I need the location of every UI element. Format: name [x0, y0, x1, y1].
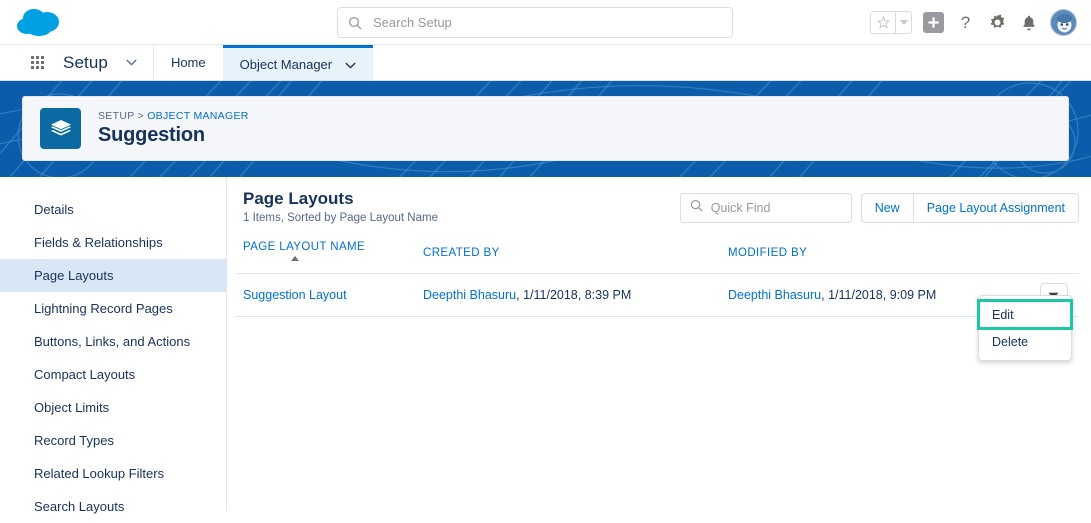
table-header-row: Page Layout Name Created By Modified By	[236, 235, 1079, 274]
question-mark-icon: ?	[960, 13, 969, 32]
table-row[interactable]: Suggestion Layout Deepthi Bhasuru, 1/11/…	[236, 273, 1079, 317]
app-launcher-button[interactable]	[24, 45, 50, 80]
sidebar-item-details[interactable]: Details	[0, 193, 226, 226]
sidebar-item-search-layouts[interactable]: Search Layouts	[0, 490, 226, 523]
cell-page-layout-name: Suggestion Layout	[236, 273, 416, 317]
app-name-label[interactable]: Setup	[63, 45, 137, 80]
content-header-actions: New Page Layout Assignment	[679, 193, 1079, 223]
breadcrumb-root: SETUP	[98, 110, 135, 122]
page-layouts-table: Page Layout Name Created By Modified By …	[236, 235, 1079, 317]
notifications-button[interactable]	[1018, 12, 1040, 34]
menu-item-delete[interactable]: Delete	[979, 328, 1071, 355]
nav-tab-object-manager[interactable]: Object Manager	[222, 45, 374, 80]
main-content: Page Layouts 1 Items, Sorted by Page Lay…	[228, 177, 1091, 511]
app-launcher-grid-icon	[30, 56, 44, 69]
object-header-card: SETUP > OBJECT MANAGER Suggestion	[22, 96, 1069, 161]
breadcrumb-object-manager-link[interactable]: OBJECT MANAGER	[147, 110, 248, 122]
created-by-date: , 1/11/2018, 8:39 PM	[516, 288, 632, 302]
column-header-created-by[interactable]: Created By	[416, 235, 721, 274]
row-actions-dropdown-menu: Edit Delete	[977, 295, 1073, 361]
table-header: Page Layout Name Created By Modified By	[236, 235, 1079, 274]
quick-find-box[interactable]	[679, 193, 852, 223]
bell-icon	[1023, 15, 1035, 30]
object-sidebar-nav: Details Fields & Relationships Page Layo…	[0, 177, 227, 514]
sidebar-item-label: Object Limits	[34, 400, 110, 415]
sidebar-item-object-limits[interactable]: Object Limits	[0, 391, 226, 424]
sidebar-item-label: Lightning Record Pages	[34, 301, 173, 316]
menu-item-edit[interactable]: Edit	[977, 299, 1073, 330]
setup-button[interactable]	[986, 12, 1008, 34]
help-button[interactable]: ?	[954, 12, 976, 34]
search-input[interactable]	[373, 15, 703, 30]
global-search-box[interactable]	[337, 7, 733, 38]
sidebar-item-compact-layouts[interactable]: Compact Layouts	[0, 358, 226, 391]
sidebar-item-fields-relationships[interactable]: Fields & Relationships	[0, 226, 226, 259]
nav-tab-object-manager-label: Object Manager	[239, 56, 333, 72]
breadcrumb-separator: >	[137, 110, 144, 122]
sidebar-item-label: Details	[34, 202, 74, 217]
nav-tab-chevron-down-icon[interactable]	[345, 57, 356, 72]
page-layout-assignment-button[interactable]: Page Layout Assignment	[913, 193, 1079, 223]
content-title-block: Page Layouts 1 Items, Sorted by Page Lay…	[243, 189, 438, 224]
sidebar-item-label: Buttons, Links, and Actions	[34, 334, 191, 349]
menu-item-label: Delete	[992, 334, 1029, 349]
sort-ascending-icon	[291, 256, 299, 262]
search-icon	[348, 16, 362, 30]
user-avatar[interactable]	[1050, 9, 1077, 36]
sidebar-item-buttons-links-actions[interactable]: Buttons, Links, and Actions	[0, 325, 226, 358]
add-button[interactable]	[922, 12, 944, 34]
sidebar-item-label: Fields & Relationships	[34, 235, 163, 250]
svg-text:?: ?	[960, 13, 969, 32]
new-button[interactable]: New	[860, 193, 914, 223]
sidebar-item-related-lookup-filters[interactable]: Related Lookup Filters	[0, 457, 226, 490]
app-name-text: Setup	[63, 52, 108, 72]
modified-by-date: , 1/11/2018, 9:09 PM	[821, 288, 937, 302]
search-icon	[690, 199, 703, 217]
favorites-group[interactable]	[870, 11, 912, 34]
nav-tab-home-label: Home	[170, 55, 206, 70]
column-header-modified-by[interactable]: Modified By	[721, 235, 1079, 274]
content-header: Page Layouts 1 Items, Sorted by Page Lay…	[236, 189, 1079, 235]
column-header-page-layout-name[interactable]: Page Layout Name	[236, 235, 416, 274]
page-layout-name-link[interactable]: Suggestion Layout	[243, 288, 347, 302]
page-body: Details Fields & Relationships Page Layo…	[0, 177, 1091, 514]
sidebar-item-page-layouts[interactable]: Page Layouts	[0, 259, 226, 292]
global-header: ?	[0, 0, 1091, 45]
sidebar-item-label: Compact Layouts	[34, 367, 136, 382]
navigation-bar: Setup Home Object Manager	[0, 45, 1091, 81]
page-layouts-stack-icon	[40, 108, 81, 149]
section-subtitle: 1 Items, Sorted by Page Layout Name	[243, 212, 438, 224]
page-title: Suggestion	[98, 124, 205, 146]
modified-by-user-link[interactable]: Deepthi Bhasuru	[728, 288, 821, 302]
favorites-caret-icon[interactable]	[896, 12, 911, 33]
app-chevron-down-icon[interactable]	[126, 59, 137, 66]
breadcrumb: SETUP > OBJECT MANAGER	[98, 110, 249, 122]
sidebar-item-label: Search Layouts	[34, 499, 125, 514]
plus-icon	[922, 12, 944, 33]
sidebar-item-label: Related Lookup Filters	[34, 466, 165, 481]
sidebar-item-label: Page Layouts	[34, 268, 114, 283]
section-title: Page Layouts	[243, 189, 354, 208]
column-label: Created By	[423, 247, 500, 259]
favorites-star-icon[interactable]	[871, 12, 895, 33]
quick-find-input[interactable]	[710, 201, 839, 215]
object-header-text: SETUP > OBJECT MANAGER Suggestion	[98, 110, 249, 147]
table-body: Suggestion Layout Deepthi Bhasuru, 1/11/…	[236, 273, 1079, 317]
sidebar-item-label: Record Types	[34, 433, 114, 448]
gear-icon	[990, 14, 1004, 28]
column-label: Modified By	[728, 247, 808, 259]
column-label: Page Layout Name	[243, 241, 366, 253]
header-icon-group: ?	[870, 6, 1077, 39]
sidebar-item-lightning-record-pages[interactable]: Lightning Record Pages	[0, 292, 226, 325]
salesforce-cloud-logo[interactable]	[14, 5, 66, 40]
created-by-user-link[interactable]: Deepthi Bhasuru	[423, 288, 516, 302]
sidebar-item-record-types[interactable]: Record Types	[0, 424, 226, 457]
menu-item-label: Edit	[992, 307, 1014, 322]
action-button-group: New Page Layout Assignment	[860, 193, 1079, 223]
nav-tab-home[interactable]: Home	[154, 45, 223, 80]
cell-created-by: Deepthi Bhasuru, 1/11/2018, 8:39 PM	[416, 273, 721, 317]
